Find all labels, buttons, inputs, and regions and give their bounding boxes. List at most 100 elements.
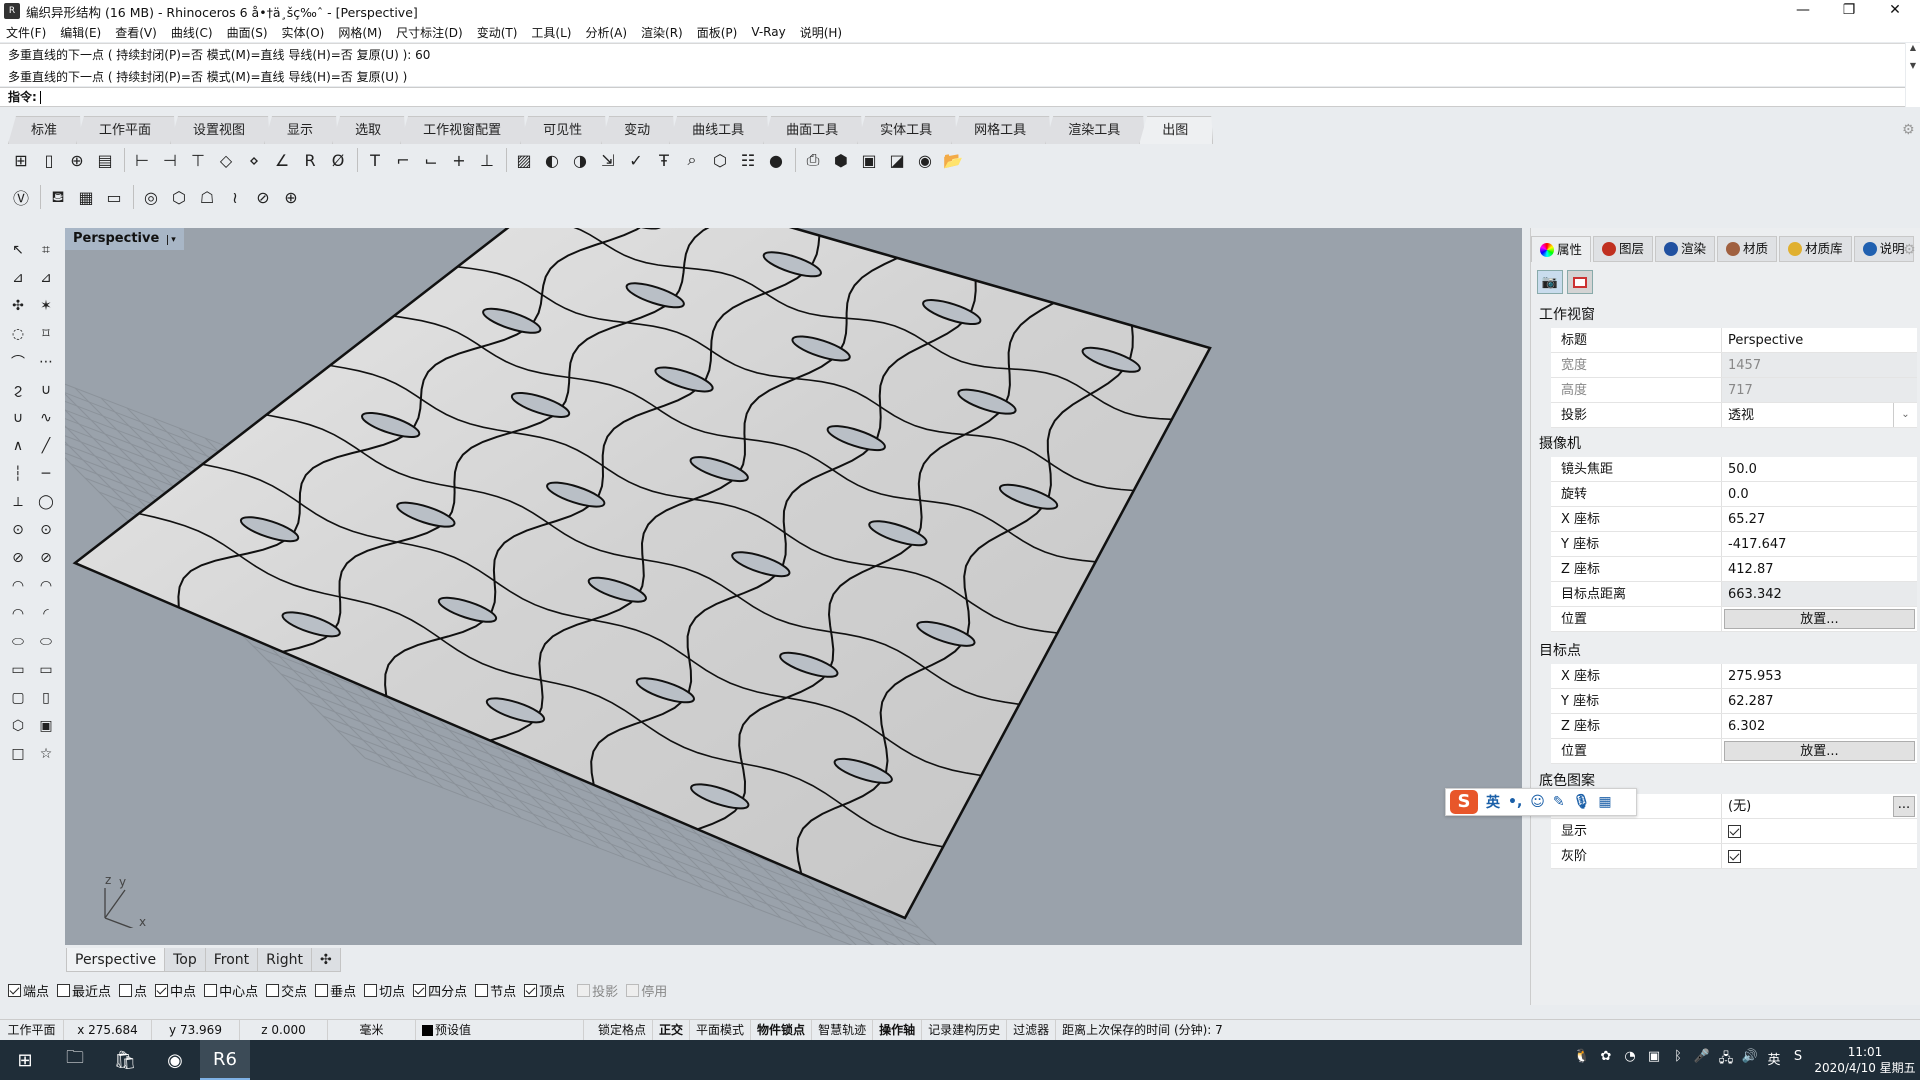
- viewport-canvas[interactable]: [65, 228, 1522, 945]
- osnap-checkbox[interactable]: [155, 983, 169, 997]
- ime-punct-toggle[interactable]: •,: [1508, 794, 1522, 810]
- osnap-checkbox[interactable]: [524, 983, 538, 997]
- dim-linear-icon[interactable]: ⊢: [129, 147, 155, 173]
- restore-button[interactable]: ❐: [1826, 0, 1872, 22]
- bluetooth-icon[interactable]: ᛒ: [1666, 1049, 1690, 1071]
- viewport-tab-right[interactable]: Right: [257, 948, 313, 972]
- menu-item[interactable]: 实体(O): [282, 24, 325, 41]
- menu-item[interactable]: 说明(H): [800, 24, 842, 41]
- chevron-down-icon[interactable]: ▾: [167, 235, 176, 245]
- status-toggle[interactable]: 锁定格点: [592, 1019, 654, 1041]
- osnap-4[interactable]: 中心点: [204, 981, 258, 1000]
- property-value[interactable]: -417.647: [1722, 532, 1917, 556]
- page-properties-icon[interactable]: ▤: [92, 147, 118, 173]
- dim-rotated-icon[interactable]: ⊤: [185, 147, 211, 173]
- ime-lang-toggle[interactable]: 英: [1486, 792, 1500, 812]
- osnap-checkbox[interactable]: [8, 983, 21, 997]
- tab-5[interactable]: 工作视窗配置: [400, 116, 526, 144]
- rhino-taskbar-icon[interactable]: R6: [200, 1040, 250, 1080]
- osnap-3[interactable]: 中点: [155, 981, 196, 1000]
- ms-store-icon[interactable]: 🛍: [100, 1040, 150, 1080]
- property-value[interactable]: [1722, 844, 1917, 868]
- panel-tab-3[interactable]: 材质: [1717, 236, 1778, 262]
- close-button[interactable]: ✕: [1872, 0, 1918, 22]
- layout-4view-icon[interactable]: ⊞: [8, 147, 34, 173]
- open-folder-icon[interactable]: 📂: [940, 147, 966, 173]
- polyline-icon[interactable]: ∧: [5, 433, 31, 459]
- dim-angle-icon[interactable]: ∠: [269, 147, 295, 173]
- ime-lang-icon[interactable]: 英: [1762, 1049, 1786, 1071]
- rect-vertical-icon[interactable]: ▯: [33, 685, 59, 711]
- dim-radius-icon[interactable]: R: [297, 147, 323, 173]
- sogou-logo-icon[interactable]: S: [1450, 790, 1478, 814]
- camera-icon[interactable]: 📷: [1537, 270, 1563, 294]
- status-toggle[interactable]: 记录建构历史: [922, 1019, 1008, 1041]
- fill-icon[interactable]: ◐: [539, 147, 565, 173]
- section-icon[interactable]: ◪: [884, 147, 910, 173]
- tab-2[interactable]: 设置视图: [170, 116, 270, 144]
- dim-ordinate-icon[interactable]: ⋄: [241, 147, 267, 173]
- osnap-checkbox[interactable]: [413, 983, 427, 997]
- leader-icon[interactable]: ⌐: [390, 147, 416, 173]
- vray-tools-icon[interactable]: ⊕: [278, 184, 304, 210]
- windows-start-icon[interactable]: ⊞: [0, 1040, 50, 1080]
- flower-app-icon[interactable]: ✿: [1594, 1049, 1618, 1071]
- explode-icon[interactable]: ✶: [33, 293, 59, 319]
- line-segment-icon[interactable]: ─: [33, 461, 59, 487]
- panel-tab-1[interactable]: 图层: [1593, 236, 1654, 262]
- rectangle-3pt-icon[interactable]: ▭: [33, 657, 59, 683]
- tab-9[interactable]: 曲面工具: [763, 116, 863, 144]
- osnap-12[interactable]: 停用: [626, 981, 667, 1000]
- tab-1[interactable]: 工作平面: [76, 116, 176, 144]
- panel-gear-icon[interactable]: ⚙: [1903, 242, 1916, 258]
- osnap-8[interactable]: 四分点: [413, 981, 467, 1000]
- status-toggle[interactable]: 正交: [653, 1019, 691, 1041]
- pen-icon[interactable]: ✎: [1553, 794, 1565, 810]
- gear-icon[interactable]: ⚙: [1902, 122, 1915, 138]
- point-icon[interactable]: +: [446, 147, 472, 173]
- gumball-icon[interactable]: ⊿: [5, 265, 31, 291]
- menu-item[interactable]: 工具(L): [531, 24, 571, 41]
- sogou-icon[interactable]: S: [1786, 1049, 1810, 1071]
- property-value[interactable]: 放置...: [1722, 607, 1917, 631]
- dim-vertical-icon[interactable]: ◇: [213, 147, 239, 173]
- osnap-9[interactable]: 节点: [475, 981, 516, 1000]
- vray-icon[interactable]: Ⓥ: [8, 184, 34, 210]
- add-viewport-icon[interactable]: ✣: [311, 948, 341, 972]
- render-teapot-icon[interactable]: ⛾: [45, 184, 71, 210]
- panel-tab-4[interactable]: 材质库: [1779, 236, 1852, 262]
- detail-icon[interactable]: ▣: [856, 147, 882, 173]
- osnap-2[interactable]: 点: [119, 981, 147, 1000]
- tab-12[interactable]: 渲染工具: [1045, 116, 1145, 144]
- menu-item[interactable]: 面板(P): [697, 24, 738, 41]
- property-value[interactable]: Perspective: [1722, 328, 1917, 352]
- minimize-button[interactable]: —: [1780, 0, 1826, 22]
- menu-item[interactable]: 变动(T): [477, 24, 518, 41]
- viewport-tab-front[interactable]: Front: [204, 948, 259, 972]
- osnap-1[interactable]: 最近点: [57, 981, 111, 1000]
- make-2d-icon[interactable]: ⬡: [707, 147, 733, 173]
- menu-item[interactable]: 曲面(S): [227, 24, 268, 41]
- layer-selector[interactable]: 预设值: [416, 1019, 584, 1041]
- osnap-5[interactable]: 交点: [266, 981, 307, 1000]
- dim-check-icon[interactable]: ✓: [623, 147, 649, 173]
- text-icon[interactable]: T: [362, 147, 388, 173]
- place-button[interactable]: 放置...: [1724, 609, 1915, 629]
- command-prompt[interactable]: 指令:: [0, 87, 1905, 107]
- clipping-plane-icon[interactable]: ⬢: [828, 147, 854, 173]
- property-value[interactable]: 275.953: [1722, 664, 1917, 688]
- status-toggle[interactable]: 物件锁点: [751, 1019, 813, 1041]
- volume-icon[interactable]: 🔊: [1738, 1049, 1762, 1071]
- viewport-frame-icon[interactable]: [1567, 270, 1593, 294]
- network-icon[interactable]: 🖧: [1714, 1049, 1738, 1071]
- osnap-checkbox[interactable]: [315, 983, 329, 997]
- units-label[interactable]: 毫米: [328, 1019, 416, 1041]
- print-icon[interactable]: ⎙: [800, 147, 826, 173]
- geometry-proxy-icon[interactable]: ⬡: [166, 184, 192, 210]
- property-value[interactable]: 6.302: [1722, 714, 1917, 738]
- menu-item[interactable]: 网格(M): [338, 24, 382, 41]
- planar-icon[interactable]: ⊿: [33, 265, 59, 291]
- ellipse-diameter-icon[interactable]: ⬭: [33, 629, 59, 655]
- osnap-checkbox[interactable]: [204, 983, 218, 997]
- circle-diameter-icon[interactable]: ⊘: [5, 545, 31, 571]
